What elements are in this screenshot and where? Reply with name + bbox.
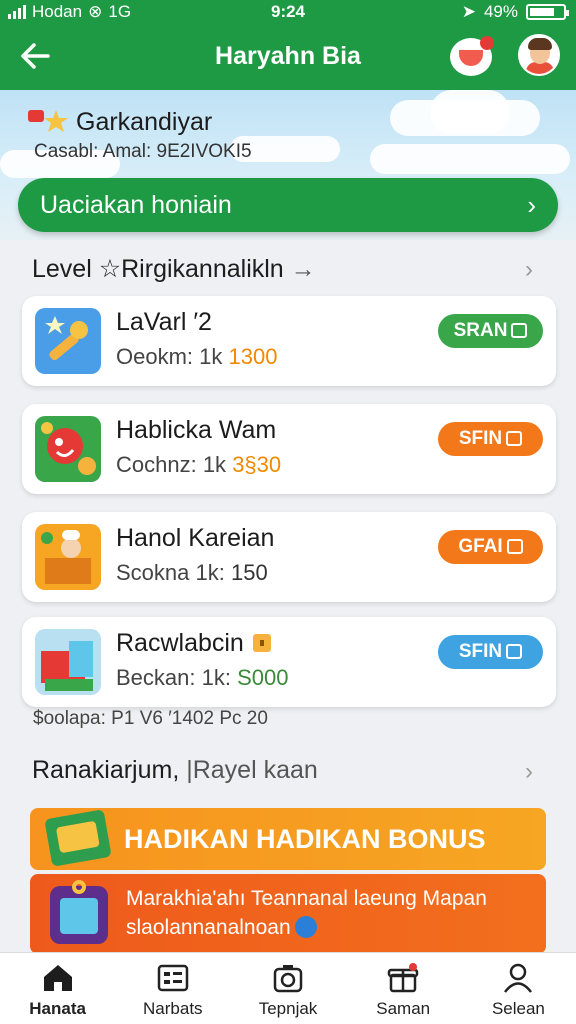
gift-box-icon <box>387 963 419 993</box>
footer-note: $oolapa: P1 V6 ′1402 Pc 20 <box>33 708 268 729</box>
chevron-right-icon[interactable]: › <box>525 758 533 786</box>
treasure-icon <box>252 634 271 652</box>
location-icon: ➤ <box>461 2 476 21</box>
card-action-button[interactable]: SFIN <box>438 422 543 456</box>
ranking-section-title[interactable]: Ranakiarjum, |Rayel kaan <box>32 756 318 785</box>
star-badge-icon <box>28 110 68 132</box>
primary-action-label: Uaciakan honiain <box>40 191 232 219</box>
nav-item-gift[interactable]: Saman <box>346 953 461 1024</box>
nav-item-profile[interactable]: Selean <box>461 953 576 1024</box>
gift-bag-icon <box>50 880 108 944</box>
camera-icon <box>273 965 303 993</box>
card-sub: Oeokm: 1k 1300 <box>116 344 278 369</box>
level-section-title[interactable]: Level ☆Rirgikannalikln → <box>32 254 316 284</box>
level-card[interactable]: Racwlabcin Beckan: 1k: S000 SFIN <box>22 617 556 707</box>
gift-icon[interactable] <box>450 36 494 76</box>
card-name: Racwlabcin <box>116 629 273 658</box>
bonus-description-banner[interactable]: Marakhia'ahı Teannanal laeung Mapan slao… <box>30 874 546 954</box>
gift-box-icon <box>506 644 523 659</box>
profile-name: Garkandiyar <box>76 108 213 136</box>
level-card[interactable]: Hablicka Wam Cochnz: 1k 3§30 SFIN <box>22 404 556 494</box>
game-thumb <box>35 416 101 482</box>
card-action-button[interactable]: SRAN <box>438 314 543 348</box>
avatar[interactable] <box>518 34 560 76</box>
nav-item-camera[interactable]: Tepnjak <box>230 953 345 1024</box>
chevron-right-icon: › <box>527 190 536 220</box>
status-bar: Hodan ⊗ 1G 9:24 ➤ 49% <box>0 0 576 26</box>
home-icon <box>43 965 72 991</box>
person-icon <box>504 963 533 993</box>
nav-item-home[interactable]: Hanata <box>0 953 115 1024</box>
card-name: LaVarl ′2 <box>116 308 212 336</box>
wand-thumb <box>35 308 101 374</box>
bottom-nav: Hanata Narbats Tepnjak Saman Selean <box>0 952 576 1024</box>
card-name: Hanol Kareian <box>116 524 275 552</box>
level-card[interactable]: LaVarl ′2 Oeokm: 1k 1300 SRAN <box>22 296 556 386</box>
gift-box-icon <box>506 431 523 446</box>
card-sub: Scokna 1k: 150 <box>116 560 268 585</box>
battery-icon <box>526 4 569 20</box>
primary-action-button[interactable]: Uaciakan honiain › <box>18 178 558 232</box>
bonus-banner[interactable]: HADIKAN HADIKAN BONUS <box>30 808 546 870</box>
top-bar: Hodan ⊗ 1G 9:24 ➤ 49% Haryahn Bia <box>0 0 576 90</box>
gift-box-icon <box>511 323 528 338</box>
list-icon <box>157 964 189 992</box>
chevron-right-icon[interactable]: › <box>525 256 533 284</box>
money-icon <box>44 809 112 867</box>
card-sub: Beckan: 1k: S000 <box>116 665 289 690</box>
card-action-button[interactable]: SFIN <box>438 635 543 669</box>
card-name: Hablicka Wam <box>116 416 277 444</box>
level-card[interactable]: Hanol Kareian Scokna 1k: 150 GFAI <box>22 512 556 602</box>
chef-thumb <box>35 524 101 590</box>
bonus-title: HADIKAN HADIKAN BONUS <box>124 824 486 854</box>
bonus-desc-line2: slaolannanalnoan <box>126 913 546 942</box>
gift-box-icon <box>506 539 523 554</box>
card-action-button[interactable]: GFAI <box>438 530 543 564</box>
bag-thumb <box>35 629 101 695</box>
info-icon <box>294 916 317 938</box>
nav-item-list[interactable]: Narbats <box>115 953 230 1024</box>
bonus-desc-line1: Marakhia'ahı Teannanal laeung Mapan <box>126 887 487 910</box>
status-right: ➤ 49% <box>461 2 569 22</box>
profile-sub: Casabl: Amal: 9E2IVOKI5 <box>34 141 252 162</box>
card-sub: Cochnz: 1k 3§30 <box>116 452 282 477</box>
battery-percent: 49% <box>483 2 518 21</box>
notification-dot <box>480 36 494 50</box>
